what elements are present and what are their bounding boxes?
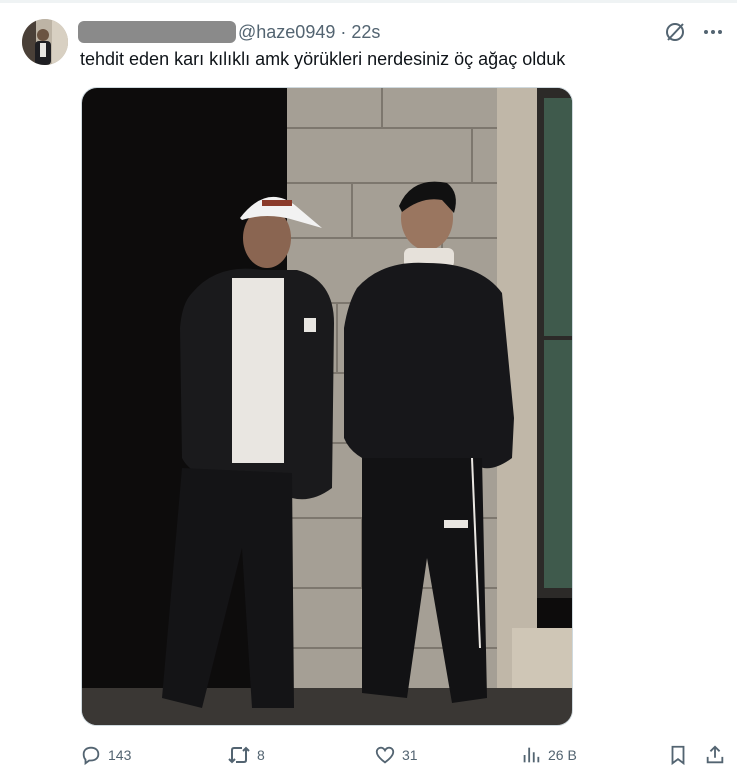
- more-icon[interactable]: [701, 20, 725, 44]
- views-icon: [523, 747, 540, 763]
- user-handle[interactable]: @haze0949: [238, 22, 335, 43]
- avatar-image: [22, 19, 68, 65]
- bookmark-icon: [671, 745, 685, 766]
- reply-count: 143: [108, 747, 132, 763]
- retweet-button[interactable]: 8: [227, 740, 265, 770]
- share-icon: [706, 745, 724, 764]
- like-button[interactable]: 31: [374, 740, 418, 770]
- photo-image: [82, 88, 572, 725]
- redacted-display-name: [78, 21, 236, 43]
- retweet-icon: [228, 746, 250, 764]
- heart-icon: [375, 746, 395, 764]
- view-count: 26 B: [548, 747, 577, 763]
- tweet-timestamp[interactable]: 22s: [351, 22, 380, 43]
- tweet-header: @haze0949 · 22s: [78, 20, 380, 44]
- reply-icon: [82, 746, 100, 766]
- header-actions: [663, 20, 725, 44]
- action-bar: 143 8 31 26 B: [0, 740, 737, 770]
- grok-icon[interactable]: [663, 20, 687, 44]
- reply-button[interactable]: 143: [80, 740, 131, 770]
- tweet-photo[interactable]: [81, 87, 573, 726]
- top-divider: [0, 0, 737, 3]
- separator-dot: ·: [340, 21, 347, 42]
- tweet-text: tehdit eden karı kılıklı amk yörükleri n…: [80, 49, 566, 69]
- share-button[interactable]: [704, 740, 726, 770]
- avatar[interactable]: [22, 19, 68, 65]
- views-button[interactable]: 26 B: [520, 740, 577, 770]
- bookmark-button[interactable]: [667, 740, 689, 770]
- like-count: 31: [402, 747, 418, 763]
- retweet-count: 8: [257, 747, 265, 763]
